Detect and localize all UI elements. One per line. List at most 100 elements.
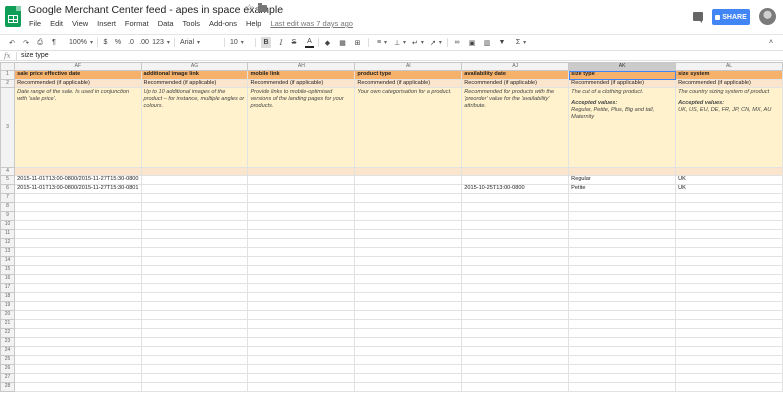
- cell[interactable]: [568, 247, 677, 257]
- strikethrough-button[interactable]: S: [290, 37, 298, 48]
- vertical-align-icon[interactable]: ⊥: [393, 37, 407, 48]
- cell-requirement[interactable]: Recommended (if applicable): [247, 79, 356, 88]
- spreadsheet-grid[interactable]: AF AG AH AI AJ AK AL 1 sale price effect…: [0, 62, 783, 414]
- row-header[interactable]: 7: [0, 193, 16, 203]
- cell[interactable]: [14, 256, 142, 266]
- cell[interactable]: [675, 373, 783, 383]
- borders-icon[interactable]: ▦: [338, 37, 347, 48]
- cell[interactable]: [461, 373, 570, 383]
- cell[interactable]: [675, 265, 783, 275]
- cell[interactable]: [461, 274, 570, 284]
- cell[interactable]: [140, 328, 249, 338]
- cell[interactable]: [461, 301, 570, 311]
- cell[interactable]: [354, 247, 463, 257]
- cell[interactable]: [568, 220, 677, 230]
- cell-header[interactable]: product type: [354, 70, 463, 80]
- cell[interactable]: [140, 202, 249, 212]
- cell-description[interactable]: Recommended for products with the 'preor…: [461, 87, 570, 168]
- cell-description[interactable]: Your own categorisation for a product.: [354, 87, 463, 168]
- cell[interactable]: [354, 193, 463, 203]
- collapse-toolbar-icon[interactable]: ˄: [766, 37, 776, 48]
- row-header[interactable]: 21: [0, 319, 16, 329]
- cell-requirement[interactable]: Recommended (if applicable): [14, 79, 142, 88]
- cell[interactable]: [354, 274, 463, 284]
- cell[interactable]: [675, 193, 783, 203]
- cell[interactable]: [140, 175, 249, 185]
- row-header[interactable]: 13: [0, 247, 16, 257]
- menu-tools[interactable]: Tools: [183, 19, 201, 31]
- bold-button[interactable]: B: [261, 37, 271, 48]
- cell[interactable]: [247, 220, 356, 230]
- cell[interactable]: [461, 328, 570, 338]
- cell[interactable]: [14, 238, 142, 248]
- cell-header[interactable]: mobile link: [247, 70, 356, 80]
- row-header[interactable]: 26: [0, 364, 16, 374]
- cell[interactable]: [461, 292, 570, 302]
- select-all-corner[interactable]: [0, 62, 16, 71]
- cell[interactable]: [568, 229, 677, 239]
- cell[interactable]: [140, 382, 249, 392]
- formula-bar[interactable]: fx size type: [0, 50, 783, 61]
- cell[interactable]: [461, 283, 570, 293]
- cell[interactable]: [675, 256, 783, 266]
- cell[interactable]: [568, 283, 677, 293]
- cell[interactable]: [354, 292, 463, 302]
- cell[interactable]: [675, 202, 783, 212]
- cell[interactable]: [354, 184, 463, 194]
- cell[interactable]: [675, 319, 783, 329]
- cell-description[interactable]: Provide links to mobile-optimised versio…: [247, 87, 356, 168]
- cell[interactable]: [354, 346, 463, 356]
- cell[interactable]: [568, 301, 677, 311]
- row-header[interactable]: 22: [0, 328, 16, 338]
- row-header[interactable]: 28: [0, 382, 16, 392]
- row-header[interactable]: 14: [0, 256, 16, 266]
- zoom-select[interactable]: 100%: [68, 37, 94, 48]
- column-header-ak[interactable]: AK: [568, 62, 677, 71]
- cell[interactable]: [461, 238, 570, 248]
- cell[interactable]: [568, 346, 677, 356]
- cell-description[interactable]: The cut of a clothing product. Accepted …: [568, 87, 677, 168]
- cell[interactable]: [247, 211, 356, 221]
- cell[interactable]: [675, 167, 783, 176]
- cell-requirement[interactable]: Recommended (if applicable): [675, 79, 783, 88]
- row-header[interactable]: 9: [0, 211, 16, 221]
- cell[interactable]: [461, 265, 570, 275]
- cell[interactable]: [675, 301, 783, 311]
- cell[interactable]: [675, 355, 783, 365]
- row-header[interactable]: 10: [0, 220, 16, 230]
- font-select[interactable]: Arial: [180, 37, 220, 48]
- cell[interactable]: [247, 193, 356, 203]
- row-header[interactable]: 3: [0, 87, 16, 168]
- cell-header[interactable]: sale price effective date: [14, 70, 142, 80]
- cell[interactable]: [568, 373, 677, 383]
- cell[interactable]: [14, 265, 142, 275]
- row-header[interactable]: 1: [0, 70, 16, 80]
- cell[interactable]: [247, 229, 356, 239]
- cell[interactable]: [14, 193, 142, 203]
- cell[interactable]: [14, 274, 142, 284]
- cell[interactable]: [140, 301, 249, 311]
- cell[interactable]: [140, 355, 249, 365]
- column-header-ai[interactable]: AI: [354, 62, 463, 71]
- insert-chart-icon[interactable]: ▥: [482, 37, 492, 48]
- text-color-button[interactable]: A: [305, 37, 314, 48]
- cell[interactable]: [14, 211, 142, 221]
- row-header[interactable]: 23: [0, 337, 16, 347]
- paint-format-icon[interactable]: ¶: [49, 37, 59, 48]
- cell[interactable]: [247, 310, 356, 320]
- cell[interactable]: [247, 265, 356, 275]
- cell[interactable]: [140, 238, 249, 248]
- cell[interactable]: [461, 229, 570, 239]
- cell-header[interactable]: additional image link: [140, 70, 249, 80]
- cell[interactable]: [461, 337, 570, 347]
- cell[interactable]: [675, 292, 783, 302]
- cell[interactable]: [461, 256, 570, 266]
- cell[interactable]: [140, 292, 249, 302]
- row-header[interactable]: 5: [0, 175, 16, 185]
- cell[interactable]: [354, 382, 463, 392]
- cell[interactable]: [461, 167, 570, 176]
- cell[interactable]: [247, 202, 356, 212]
- cell[interactable]: [675, 382, 783, 392]
- cell[interactable]: [675, 211, 783, 221]
- row-header[interactable]: 12: [0, 238, 16, 248]
